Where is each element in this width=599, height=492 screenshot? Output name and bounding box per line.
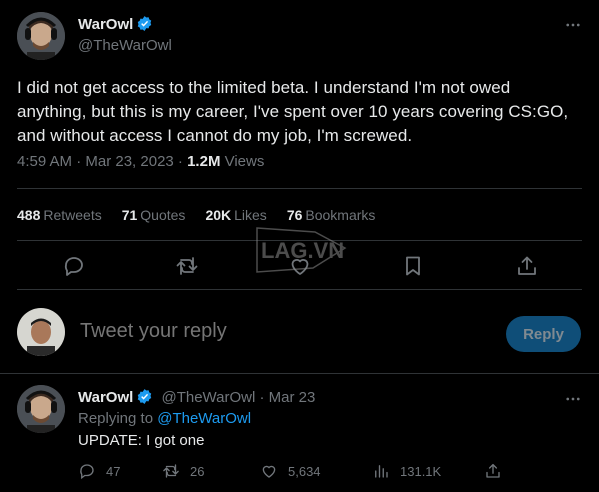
views-label: Views (220, 153, 265, 170)
likes-stat[interactable]: 20K Likes (205, 207, 266, 223)
reply-count: 47 (106, 463, 121, 479)
views-icon (375, 465, 388, 478)
more-icon[interactable] (562, 388, 584, 410)
watermark-logo: LAG.VN (255, 222, 347, 274)
share-icon[interactable] (515, 254, 539, 278)
reply-action-like[interactable]: 5,634 (260, 462, 321, 480)
reply-date[interactable]: · Mar 23 (255, 389, 315, 406)
replying-to-link[interactable]: @TheWarOwl (157, 410, 251, 427)
author-name[interactable]: WarOwl (78, 16, 133, 33)
tweet-stats: 488 Retweets 71 Quotes 20K Likes 76 Bookmark… (17, 207, 375, 223)
divider (17, 289, 582, 290)
bookmarks-stat[interactable]: 76 Bookmarks (287, 207, 376, 223)
reply-action-share[interactable] (484, 462, 502, 480)
more-icon[interactable] (562, 14, 584, 36)
reply-action-reply[interactable]: 47 (78, 462, 120, 480)
reply-button[interactable]: Reply (506, 316, 581, 352)
divider (0, 373, 599, 374)
reply-action-views[interactable]: 131.1K (372, 462, 441, 480)
retweet-icon (163, 464, 179, 478)
views-count: 1.2M (187, 153, 221, 170)
bookmark-icon[interactable] (401, 254, 425, 278)
verified-badge-icon (136, 388, 153, 405)
reply-author-name[interactable]: WarOwl (78, 389, 133, 406)
like-count: 5,634 (288, 463, 321, 479)
viewer-avatar[interactable] (17, 308, 65, 356)
replying-to: Replying to @TheWarOwl (78, 410, 252, 427)
author-avatar[interactable] (17, 12, 65, 60)
reply-icon[interactable] (62, 254, 86, 278)
share-icon (486, 463, 500, 478)
author-handle[interactable]: @TheWarOwl (78, 37, 172, 54)
tweet-text: I did not get access to the limited beta… (17, 78, 569, 145)
reply-action-retweet[interactable]: 26 (162, 462, 204, 480)
retweet-count: 26 (190, 463, 205, 479)
retweet-icon[interactable] (175, 254, 199, 278)
reply-icon (80, 464, 94, 480)
tweet-timestamp[interactable]: 4:59 AM · Mar 23, 2023 · (17, 153, 187, 170)
quotes-stat[interactable]: 71 Quotes (122, 207, 186, 223)
reply-input[interactable] (80, 320, 380, 343)
retweets-stat[interactable]: 488 Retweets (17, 207, 102, 223)
verified-badge-icon (136, 15, 153, 32)
divider (17, 188, 582, 189)
reply-header: WarOwl @TheWarOwl · Mar 23 (78, 388, 315, 406)
watermark-text: LAG.VN (261, 238, 344, 263)
tweet-meta: 4:59 AM · Mar 23, 2023 · 1.2M Views (17, 153, 264, 170)
reply-author-handle[interactable]: @TheWarOwl (161, 389, 255, 406)
like-icon (262, 465, 276, 478)
reply-text: UPDATE: I got one (78, 432, 205, 449)
views-count-reply: 131.1K (400, 463, 442, 479)
reply-author-avatar[interactable] (17, 385, 65, 433)
